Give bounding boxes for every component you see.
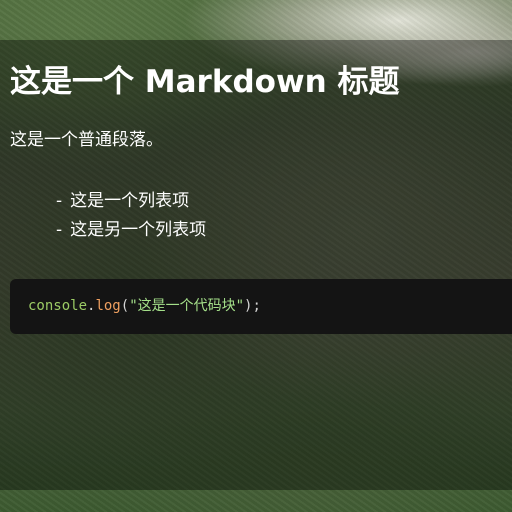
- list-marker: -: [56, 220, 63, 240]
- list-item-text: 这是另一个列表项: [70, 220, 207, 240]
- list-item: - 这是另一个列表项: [56, 218, 206, 242]
- code-object-token: console: [28, 298, 88, 314]
- markdown-paragraph: 这是一个普通段落。: [10, 130, 163, 150]
- code-block: console.log("这是一个代码块");: [10, 279, 512, 334]
- list-item-text: 这是一个列表项: [70, 191, 190, 211]
- markdown-content: 这是一个 Markdown 标题 这是一个普通段落。 - 这是一个列表项 - 这是另…: [0, 40, 512, 490]
- code-string-token: "这是一个代码块": [129, 298, 245, 314]
- markdown-list: - 这是一个列表项 - 这是另一个列表项: [56, 189, 206, 247]
- code-close-token: );: [244, 298, 261, 314]
- markdown-heading: 这是一个 Markdown 标题: [10, 64, 400, 100]
- list-marker: -: [56, 191, 63, 211]
- list-item: - 这是一个列表项: [56, 189, 206, 213]
- code-method-token: log: [95, 298, 121, 314]
- code-open-paren-token: (: [120, 298, 130, 314]
